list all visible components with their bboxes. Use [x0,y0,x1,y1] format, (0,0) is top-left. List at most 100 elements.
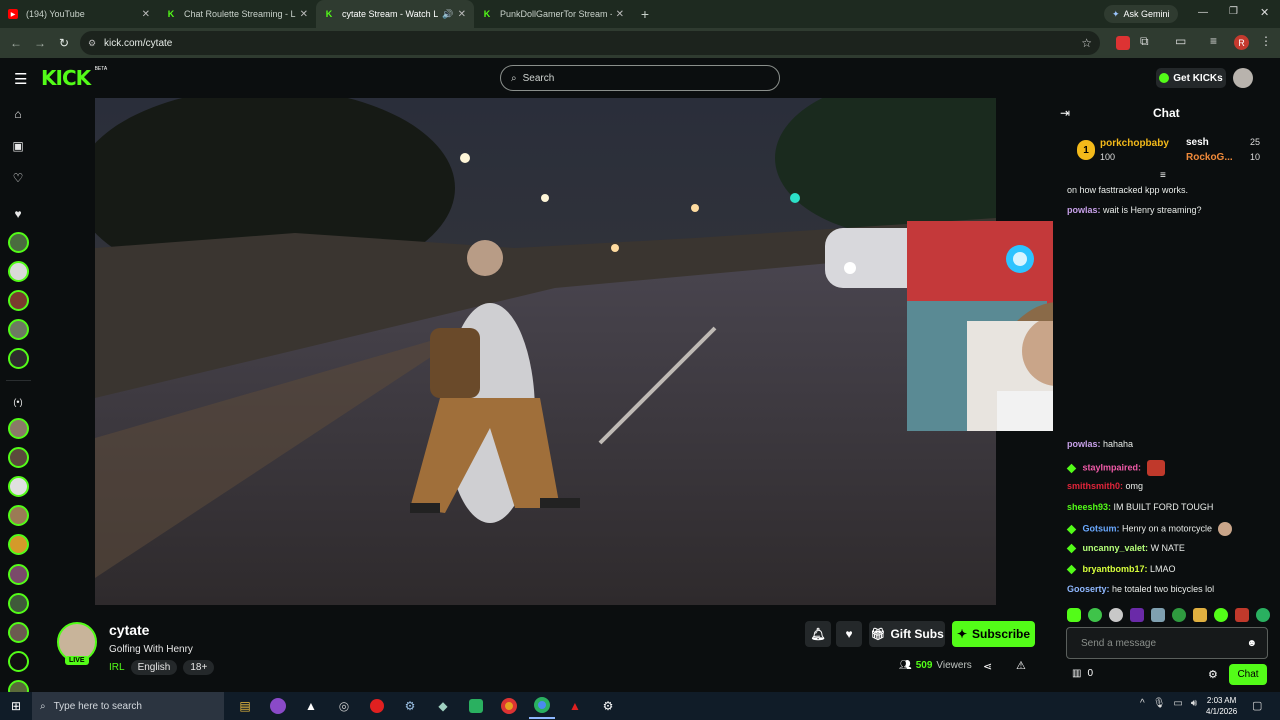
user-avatar[interactable] [1233,68,1253,88]
tab-chat-roulette[interactable]: K Chat Roulette Streaming - Live ✕ [158,0,316,28]
emote-icon[interactable] [1256,608,1270,622]
tab-cytate[interactable]: K cytate Stream - Watch Live 🔊 ✕ [316,0,474,28]
tray-chevron-icon[interactable]: ^ [1140,698,1145,709]
emoji-picker-icon[interactable]: ☻ [1246,638,1257,649]
emote-icon[interactable] [1235,608,1249,622]
emote-icon[interactable] [1088,608,1102,622]
profile-avatar[interactable]: R [1234,35,1249,50]
app-icon[interactable] [265,693,291,719]
get-kicks-button[interactable]: Get KICKs [1156,68,1226,88]
chat-username[interactable]: bryantbomb17: [1083,564,1148,574]
send-chat-button[interactable]: Chat [1229,664,1267,685]
close-icon[interactable]: ✕ [458,9,466,20]
chrome-icon[interactable] [496,693,522,719]
file-explorer-icon[interactable]: ▤ [232,693,258,719]
pinned-expand-icon[interactable]: ≡ [1160,170,1166,181]
close-window-button[interactable]: ✕ [1260,6,1269,19]
emote-icon[interactable] [1214,608,1228,622]
app-icon[interactable]: ▲ [562,693,588,719]
chat-username[interactable]: powlas: [1067,205,1101,215]
recommended-channel-avatar[interactable] [8,505,29,526]
windows-start-icon[interactable]: ⊞ [0,693,32,719]
close-icon[interactable]: ✕ [300,9,308,20]
media-control-icon[interactable]: ▭ [1175,34,1186,48]
notifications-bell-button[interactable]: 🔔︎ [805,621,831,647]
emote-icon[interactable] [1193,608,1207,622]
forward-button[interactable]: → [28,31,52,55]
recommended-channel-avatar[interactable] [8,476,29,497]
reading-list-icon[interactable]: ≡ [1210,34,1217,48]
category-link[interactable]: IRL [109,662,125,673]
followed-channel-avatar[interactable] [8,290,29,311]
collapse-chat-icon[interactable]: ⇥ [1060,106,1070,120]
chat-username[interactable]: Gooserty: [1067,584,1110,594]
recommended-channel-avatar[interactable] [8,418,29,439]
gift-subs-button[interactable]: 🎁︎ Gift Subs [869,621,945,647]
channel-name[interactable]: cytate [109,622,149,638]
ask-gemini-button[interactable]: ✦ Ask Gemini [1104,5,1178,23]
recommended-channel-avatar[interactable] [8,622,29,643]
taskbar-search-input[interactable]: ⌕ Type here to search [32,692,224,720]
steam-icon[interactable]: ⚙ [397,693,423,719]
tab-youtube[interactable]: ▶ (194) YouTube ✕ [0,0,158,28]
bookmark-star-icon[interactable]: ☆ [1081,36,1092,50]
chat-username[interactable]: Gotsum: [1083,523,1120,533]
search-input[interactable]: ⌕ Search [500,65,780,91]
emote-icon[interactable] [1109,608,1123,622]
chat-username[interactable]: stayImpaired: [1083,462,1142,472]
top-gifter-name[interactable]: porkchopbaby [1100,138,1169,149]
notifications-icon[interactable]: ▢ [1252,699,1262,712]
video-player[interactable] [95,98,996,605]
tab-punkdoll[interactable]: K PunkDollGamerTor Stream - W ✕ [474,0,632,28]
browser-menu-icon[interactable]: ⋮ [1260,34,1272,48]
emote-icon[interactable] [1130,608,1144,622]
app-icon[interactable] [463,693,489,719]
tag-english[interactable]: English [130,660,178,675]
tag-18plus[interactable]: 18+ [183,660,215,675]
url-bar[interactable]: ⚙ kick.com/cytate ☆ [80,31,1100,55]
chat-input[interactable]: Send a message ☻ [1066,627,1268,659]
emote-icon[interactable] [1151,608,1165,622]
gifter-name-2[interactable]: sesh [1186,137,1209,148]
minimize-button[interactable]: — [1198,7,1208,18]
kick-logo[interactable]: KICK BETA [41,66,107,90]
speaker-icon[interactable]: 🔊 [442,9,453,20]
restore-button[interactable]: ❐ [1229,6,1238,17]
close-icon[interactable]: ✕ [142,9,150,20]
followed-channel-avatar[interactable] [8,319,29,340]
reload-button[interactable]: ↻ [52,31,76,55]
gifter-name-3[interactable]: RockoG... [1186,152,1233,163]
channel-points[interactable]: ▥ 0 [1072,668,1093,679]
clock[interactable]: 2:03 AM 4/1/2026 [1206,695,1237,717]
site-info-icon[interactable]: ⚙ [88,38,96,49]
recommended-channel-avatar[interactable] [8,651,29,672]
followed-channel-avatar[interactable] [8,348,29,369]
chat-settings-icon[interactable]: ⚙ [1208,668,1218,681]
chat-username[interactable]: powlas: [1067,439,1101,449]
settings-icon[interactable]: ⚙ [595,693,621,719]
recommended-channel-avatar[interactable] [8,564,29,585]
report-icon[interactable]: ⚠ [1016,659,1026,672]
app-icon[interactable]: ◆ [430,693,456,719]
chrome-active-icon[interactable] [529,693,555,719]
followed-channel-avatar[interactable] [8,261,29,282]
hamburger-menu-icon[interactable]: ☰ [14,70,27,88]
extension-icon[interactable] [1116,36,1130,50]
new-tab-button[interactable]: + [632,6,658,22]
chat-username[interactable]: uncanny_valet: [1083,543,1149,553]
recommended-channel-avatar[interactable] [8,593,29,614]
emote-icon[interactable] [1172,608,1186,622]
network-icon[interactable]: ▭ [1173,698,1182,709]
emote-icon[interactable] [1067,608,1081,622]
chat-username[interactable]: smithsmith0: [1067,481,1123,491]
volume-icon[interactable]: 🔊︎ [1191,698,1197,709]
browse-icon[interactable]: ▣ [10,138,26,154]
share-icon[interactable]: ⋖ [983,660,992,673]
recommended-channel-avatar[interactable] [8,534,29,555]
followed-channel-avatar[interactable] [8,232,29,253]
puzzle-extensions-icon[interactable]: ⧉ [1140,34,1149,49]
following-icon[interactable]: ♡ [10,170,26,186]
app-icon[interactable]: ▲ [298,693,324,719]
back-button[interactable]: ← [4,31,28,55]
chat-username[interactable]: sheesh93: [1067,502,1111,512]
